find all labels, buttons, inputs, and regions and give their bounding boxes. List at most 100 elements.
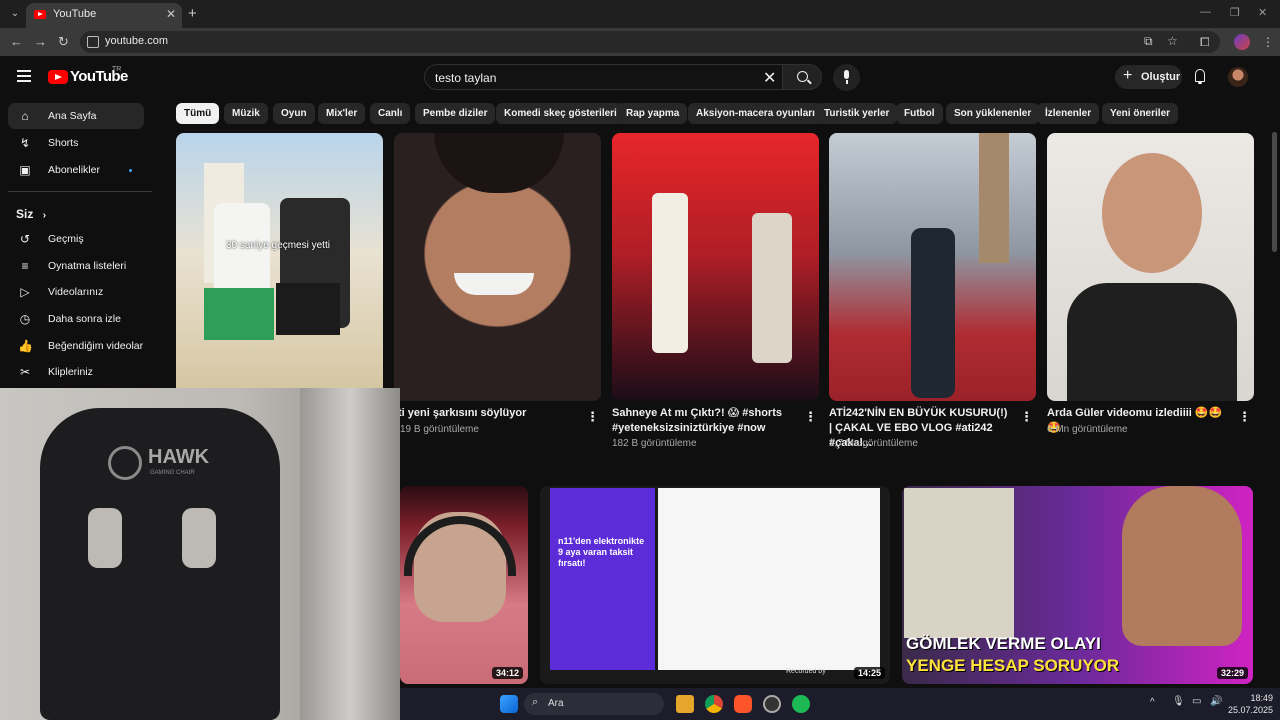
chip-action-adventure[interactable]: Aksiyon-macera oyunları: [688, 103, 823, 124]
short-thumbnail[interactable]: [612, 133, 819, 401]
mic-tray-icon[interactable]: 🎙: [1172, 696, 1185, 707]
gaming-chair: HAWK GAMING CHAIR: [40, 408, 280, 720]
reload-icon[interactable]: ↻: [58, 34, 69, 50]
playlists-icon: ≡: [21, 259, 29, 273]
new-tab-icon[interactable]: +: [188, 5, 197, 22]
chip-new-to-you[interactable]: Yeni öneriler: [1102, 103, 1179, 124]
short-more-icon[interactable]: ⋮: [1020, 409, 1033, 425]
screenshot-inset: [904, 488, 1014, 638]
hair: [434, 133, 564, 193]
network-icon[interactable]: ▭: [1192, 696, 1201, 707]
short-thumbnail[interactable]: 30 saniye geçmesi yetti: [176, 133, 383, 401]
volume-icon[interactable]: 🔊: [1210, 696, 1222, 707]
sidebar-item-label: Ana Sayfa: [48, 110, 97, 122]
chip-watched[interactable]: İzlenenler: [1037, 103, 1100, 124]
history-icon: ↺: [19, 232, 31, 246]
shorts-icon: ↯: [19, 136, 31, 150]
taskbar-search[interactable]: ⌕ Ara: [524, 693, 664, 715]
cast-icon[interactable]: ⧉: [1144, 34, 1153, 49]
restore-icon[interactable]: ❐: [1230, 6, 1240, 19]
sidebar-item-watch-later[interactable]: ◷ Daha sonra izle: [8, 306, 144, 332]
short-thumbnail[interactable]: [1047, 133, 1254, 401]
short-thumbnail[interactable]: [394, 133, 601, 401]
browser-tab[interactable]: YouTube ✕: [26, 3, 182, 28]
sidebar-item-home[interactable]: ⌂ Ana Sayfa: [8, 103, 144, 129]
short-more-icon[interactable]: ⋮: [586, 409, 599, 425]
spotify-icon[interactable]: [792, 695, 810, 713]
short-more-icon[interactable]: ⋮: [1238, 409, 1251, 425]
face: [1102, 153, 1202, 273]
sidebar-item-liked-videos[interactable]: 👍 Beğendiğim videolar: [8, 333, 144, 359]
sidebar-item-subscriptions[interactable]: ▣ Abonelikler: [8, 157, 144, 183]
file-explorer-icon[interactable]: [676, 695, 694, 713]
short-title[interactable]: ti yeni şarkısını söylüyor: [398, 406, 578, 421]
notifications-bell-icon[interactable]: [1193, 69, 1207, 84]
search-input[interactable]: testo taylan ✕: [424, 64, 782, 90]
video-duration: 32:29: [1216, 667, 1248, 679]
short-views: 1,7 Mn görüntüleme: [829, 438, 918, 449]
thumb-line-one: GÖMLEK VERME OLAYI: [906, 634, 1101, 653]
sidebar-item-playlists[interactable]: ≡ Oynatma listeleri: [8, 253, 144, 279]
new-content-dot: [129, 169, 132, 172]
chrome-icon[interactable]: [705, 695, 723, 713]
brave-icon[interactable]: [734, 695, 752, 713]
page-scrollbar[interactable]: [1272, 132, 1277, 252]
video-thumbnail[interactable]: 34:12: [400, 486, 528, 684]
chip-gaming[interactable]: Oyun: [273, 103, 315, 124]
tab-search-icon[interactable]: ⌄: [6, 6, 24, 22]
chip-football[interactable]: Futbol: [896, 103, 943, 124]
sidebar-item-clips[interactable]: ✂ Klipleriniz: [8, 359, 144, 385]
sidebar-item-shorts[interactable]: ↯ Shorts: [8, 130, 144, 156]
sidebar-item-label: Oynatma listeleri: [48, 260, 127, 272]
windows-taskbar: ⌕ Ara ^ 🎙 ▭ 🔊 18:49 25.07.2025: [400, 688, 1280, 720]
chip-soap-operas[interactable]: Pembe diziler: [415, 103, 496, 124]
chip-recently-uploaded[interactable]: Son yüklenenler: [946, 103, 1040, 124]
tray-chevron-icon[interactable]: ^: [1150, 697, 1155, 708]
voice-search-icon[interactable]: [833, 64, 860, 91]
youtube-logo-icon[interactable]: [48, 70, 68, 84]
sidebar-item-label: Beğendiğim videolar: [48, 340, 144, 352]
search-button[interactable]: [782, 64, 822, 90]
bookmark-star-icon[interactable]: ☆: [1167, 34, 1178, 48]
windows-start-icon[interactable]: [500, 695, 518, 713]
extensions-icon[interactable]: ⧠: [1200, 35, 1210, 50]
obs-icon[interactable]: [763, 695, 781, 713]
chip-sketch-comedy[interactable]: Komedi skeç gösterileri: [496, 103, 625, 124]
sidebar-you-section[interactable]: Siz ›: [16, 207, 46, 221]
create-button[interactable]: + Oluştur: [1115, 65, 1182, 89]
taskbar-search-label: Ara: [548, 698, 564, 709]
taskbar-clock[interactable]: 18:49 25.07.2025: [1228, 692, 1273, 716]
chip-tourist-spots[interactable]: Turistik yerler: [816, 103, 898, 124]
sidebar-item-label: Daha sonra izle: [48, 313, 121, 325]
minimize-icon[interactable]: —: [1200, 6, 1211, 18]
chip-rap[interactable]: Rap yapma: [618, 103, 688, 124]
site-info-icon[interactable]: [87, 36, 99, 48]
create-label: Oluştur: [1141, 71, 1181, 83]
back-icon[interactable]: ←: [10, 34, 23, 49]
clear-search-icon[interactable]: ✕: [763, 68, 776, 88]
browser-profile-icon[interactable]: [1234, 34, 1250, 50]
youtube-header: YouTube TR testo taylan ✕ + Oluştur: [0, 56, 1280, 98]
short-title[interactable]: Sahneye At mı Çıktı?! 😱 #shorts #yetenek…: [612, 406, 792, 436]
url-text: youtube.com: [105, 35, 168, 47]
chip-all[interactable]: Tümü: [176, 103, 220, 124]
video-thumbnail[interactable]: GÖMLEK VERME OLAYI YENGE HESAP SORUYOR 3…: [902, 486, 1253, 684]
window-close-icon[interactable]: ✕: [1258, 6, 1267, 19]
account-avatar[interactable]: [1228, 67, 1248, 87]
short-thumbnail[interactable]: [829, 133, 1036, 401]
video-thumbnail[interactable]: n11'den elektronikte 9 aya varan taksit …: [540, 486, 890, 684]
chair-slot: [182, 508, 216, 568]
sidebar-item-label: Videolarınız: [48, 286, 104, 298]
forward-icon[interactable]: →: [34, 34, 47, 49]
short-more-icon[interactable]: ⋮: [804, 409, 817, 425]
menu-icon[interactable]: [17, 70, 31, 82]
dark-shirt: [1067, 283, 1237, 401]
url-field[interactable]: youtube.com ⧉ ☆: [80, 31, 1220, 53]
chip-mixes[interactable]: Mix'ler: [318, 103, 366, 124]
browser-menu-icon[interactable]: ⋮: [1262, 35, 1274, 49]
chip-music[interactable]: Müzik: [224, 103, 268, 124]
chip-live[interactable]: Canlı: [370, 103, 411, 124]
tab-close-icon[interactable]: ✕: [166, 7, 176, 21]
sidebar-item-history[interactable]: ↺ Geçmiş: [8, 226, 144, 252]
sidebar-item-your-videos[interactable]: ▷ Videolarınız: [8, 279, 144, 305]
